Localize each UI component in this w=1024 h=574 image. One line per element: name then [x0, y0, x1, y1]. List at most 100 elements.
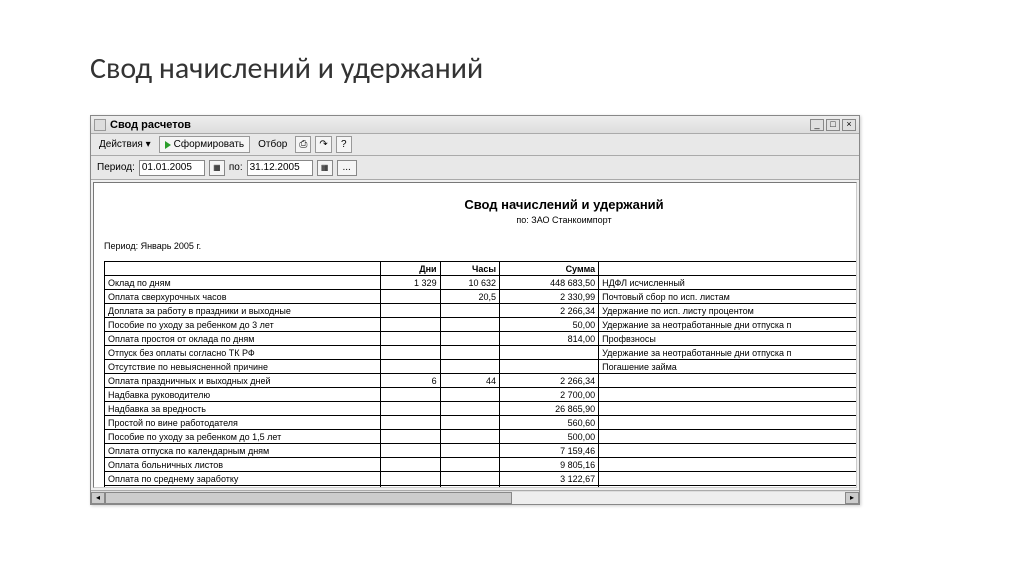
- slide-title: Свод начислений и удержаний: [90, 50, 964, 87]
- table-row: Доплата за работу в праздники и выходные…: [105, 304, 858, 318]
- cell-name1: Надбавка за вредность: [105, 402, 381, 416]
- cell-hours: [440, 360, 499, 374]
- cell-sum1: 2 266,34: [500, 304, 599, 318]
- table-row: Пособие по уходу за ребенком до 3 лет50,…: [105, 318, 858, 332]
- cell-sum1: 448 683,50: [500, 276, 599, 290]
- actions-menu-label: Действия: [99, 139, 143, 150]
- period-to-label: по:: [229, 162, 243, 173]
- cell-name1: Пособие по уходу за ребенком до 3 лет: [105, 318, 381, 332]
- scroll-track[interactable]: [105, 492, 845, 504]
- table-row: Оклад по дням1 32910 632448 683,50НДФЛ и…: [105, 276, 858, 290]
- cell-hours: [440, 472, 499, 486]
- generate-button[interactable]: Сформировать: [159, 136, 251, 153]
- cell-days: [381, 430, 440, 444]
- cell-days: [381, 290, 440, 304]
- cell-name2: [599, 374, 857, 388]
- cell-hours: 10 632: [440, 276, 499, 290]
- cell-sum1: 814,00: [500, 332, 599, 346]
- cell-sum1: 560,60: [500, 416, 599, 430]
- cell-hours: [440, 332, 499, 346]
- cell-hours: [440, 402, 499, 416]
- table-row: Простой по вине работодателя 560,60: [105, 416, 858, 430]
- cell-name1: Пособие по уходу за ребенком до 1,5 лет: [105, 430, 381, 444]
- cell-name1: Оплата по среднему заработку: [105, 472, 381, 486]
- cell-name2: [599, 486, 857, 489]
- table-row: Оплата простоя от оклада по дням 814,00Пр…: [105, 332, 858, 346]
- report-title: Свод начислений и удержаний: [104, 197, 857, 212]
- minimize-button[interactable]: _: [810, 119, 824, 131]
- filter-button[interactable]: Отбор: [254, 138, 291, 151]
- header-hours: Часы: [440, 262, 499, 276]
- period-more-button[interactable]: ...: [337, 160, 357, 176]
- cell-name1: Надбавка руководителю: [105, 388, 381, 402]
- report-subtitle: по: ЗАО Станкоимпорт: [104, 215, 857, 225]
- scroll-right-icon[interactable]: ▸: [845, 492, 859, 504]
- cell-name2: Почтовый сбор по исп. листам: [599, 290, 857, 304]
- cell-sum1: 2 266,34: [500, 374, 599, 388]
- calendar-to-icon[interactable]: ▦: [317, 160, 333, 176]
- cell-days: [381, 388, 440, 402]
- cell-sum1: 500,00: [500, 430, 599, 444]
- table-row: Оплата по среднему заработку3 122,67: [105, 472, 858, 486]
- cell-name1: Оплата отпуска по календарным дням: [105, 444, 381, 458]
- cell-name1: Доплата за работу в праздники и выходные: [105, 304, 381, 318]
- cell-name2: Удержание по исп. листу процентом: [599, 304, 857, 318]
- report-area[interactable]: Свод начислений и удержаний по: ЗАО Стан…: [93, 182, 857, 488]
- tool-icon-2[interactable]: ↷: [315, 136, 331, 153]
- date-to-input[interactable]: 31.12.2005: [247, 160, 313, 176]
- table-row: Пособие по уходу за ребенком до 1,5 лет 5…: [105, 430, 858, 444]
- report-table: Дни Часы Сумма Сумма Оклад по дням1 3291…: [104, 261, 857, 488]
- horizontal-scrollbar[interactable]: ◂ ▸: [91, 490, 859, 504]
- header-sum1: Сумма: [500, 262, 599, 276]
- generate-button-label: Сформировать: [174, 139, 245, 150]
- cell-days: [381, 416, 440, 430]
- cell-hours: [440, 318, 499, 332]
- period-label: Период:: [97, 162, 135, 173]
- scroll-thumb[interactable]: [105, 492, 512, 504]
- table-row: Оплата сверхурочных часов 20,52 330,99Поч…: [105, 290, 858, 304]
- cell-name2: Удержание за неотработанные дни отпуска …: [599, 346, 857, 360]
- maximize-button[interactable]: □: [826, 119, 840, 131]
- table-row: Оплата праздничных и выходных дней6442 2…: [105, 374, 858, 388]
- report-period: Период: Январь 2005 г.: [104, 241, 857, 251]
- cell-hours: [440, 430, 499, 444]
- table-header-row: Дни Часы Сумма Сумма: [105, 262, 858, 276]
- cell-hours: [440, 458, 499, 472]
- date-from-input[interactable]: 01.01.2005: [139, 160, 205, 176]
- actions-menu[interactable]: Действия ▾: [95, 138, 155, 151]
- cell-hours: 20,5: [440, 290, 499, 304]
- cell-name2: Удержание за неотработанные дни отпуска …: [599, 318, 857, 332]
- cell-name2: [599, 388, 857, 402]
- cell-name2: [599, 458, 857, 472]
- table-row: Отсутствие по невыясненной причинеПогаше…: [105, 360, 858, 374]
- app-icon: [94, 119, 106, 131]
- calendar-from-icon[interactable]: ▦: [209, 160, 225, 176]
- help-button[interactable]: ?: [336, 136, 352, 153]
- cell-days: 6: [381, 374, 440, 388]
- cell-sum1: 2 330,99: [500, 290, 599, 304]
- scroll-left-icon[interactable]: ◂: [91, 492, 105, 504]
- cell-days: 661: [381, 486, 440, 489]
- cell-name1: Оплата сверхурочных часов: [105, 290, 381, 304]
- cell-name1: Оплата по часовому тарифу: [105, 486, 381, 489]
- cell-sum1: 2 700,00: [500, 388, 599, 402]
- tool-icon-1[interactable]: ⎙: [295, 136, 311, 153]
- cell-days: [381, 360, 440, 374]
- table-row: Оплата по часовому тарифу6615 288465 155…: [105, 486, 858, 489]
- cell-days: [381, 304, 440, 318]
- cell-hours: 44: [440, 374, 499, 388]
- cell-hours: 5 288: [440, 486, 499, 489]
- cell-sum1: 7 159,46: [500, 444, 599, 458]
- cell-sum1: 9 805,16: [500, 458, 599, 472]
- cell-name1: Оплата простоя от оклада по дням: [105, 332, 381, 346]
- window-title: Свод расчетов: [110, 119, 810, 131]
- close-button[interactable]: ×: [842, 119, 856, 131]
- cell-name2: [599, 430, 857, 444]
- cell-name1: Простой по вине работодателя: [105, 416, 381, 430]
- cell-name1: Оклад по дням: [105, 276, 381, 290]
- cell-name2: [599, 402, 857, 416]
- play-icon: [165, 141, 171, 149]
- cell-hours: [440, 416, 499, 430]
- cell-name2: Профвзносы: [599, 332, 857, 346]
- table-row: Надбавка за вредность26 865,90: [105, 402, 858, 416]
